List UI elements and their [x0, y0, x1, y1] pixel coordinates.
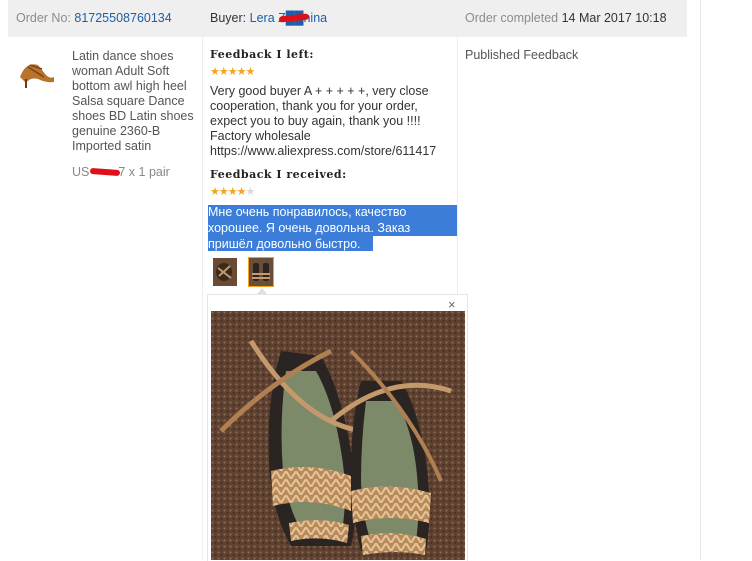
feedback-left-label: Feedback I left:	[210, 48, 314, 61]
feedback-photo-thumb[interactable]	[213, 258, 237, 286]
feedback-received-stars: ★★★★★	[210, 186, 255, 198]
product-thumbnail[interactable]	[16, 55, 60, 91]
order-number-group: Order No: 81725508760134	[16, 11, 172, 25]
feedback-photo-thumb-selected[interactable]	[248, 257, 274, 287]
order-status-label: Order completed	[465, 11, 559, 25]
price-prefix: US	[72, 165, 90, 179]
page-right-gutter	[700, 0, 752, 560]
feedback-received-text: Мне очень понравилось, качество хорошее.…	[208, 205, 411, 251]
product-price: US 7 x 1 pair	[72, 165, 170, 179]
feedback-photo-preview	[211, 311, 465, 560]
product-title[interactable]: Latin dance shoes woman Adult Soft botto…	[72, 49, 204, 154]
order-number-label: Order No:	[16, 11, 71, 25]
buyer-label: Buyer:	[210, 11, 247, 25]
published-feedback-status: Published Feedback	[465, 48, 579, 62]
feedback-received-label: Feedback I received:	[210, 168, 347, 181]
order-completed-date: 14 Mar 2017 10:18	[561, 11, 667, 25]
order-number-link[interactable]: 81725508760134	[74, 11, 171, 25]
feedback-left-text: Very good buyer A + + + + +, very close …	[210, 84, 437, 158]
feedback-left-stars: ★★★★★	[210, 66, 255, 78]
close-icon[interactable]: ×	[448, 297, 456, 312]
price-quantity: 7 x 1 pair	[118, 165, 170, 179]
buyer-group: Buyer: Lera Z██nina	[210, 11, 327, 25]
order-status-group: Order completed 14 Mar 2017 10:18	[465, 11, 667, 25]
